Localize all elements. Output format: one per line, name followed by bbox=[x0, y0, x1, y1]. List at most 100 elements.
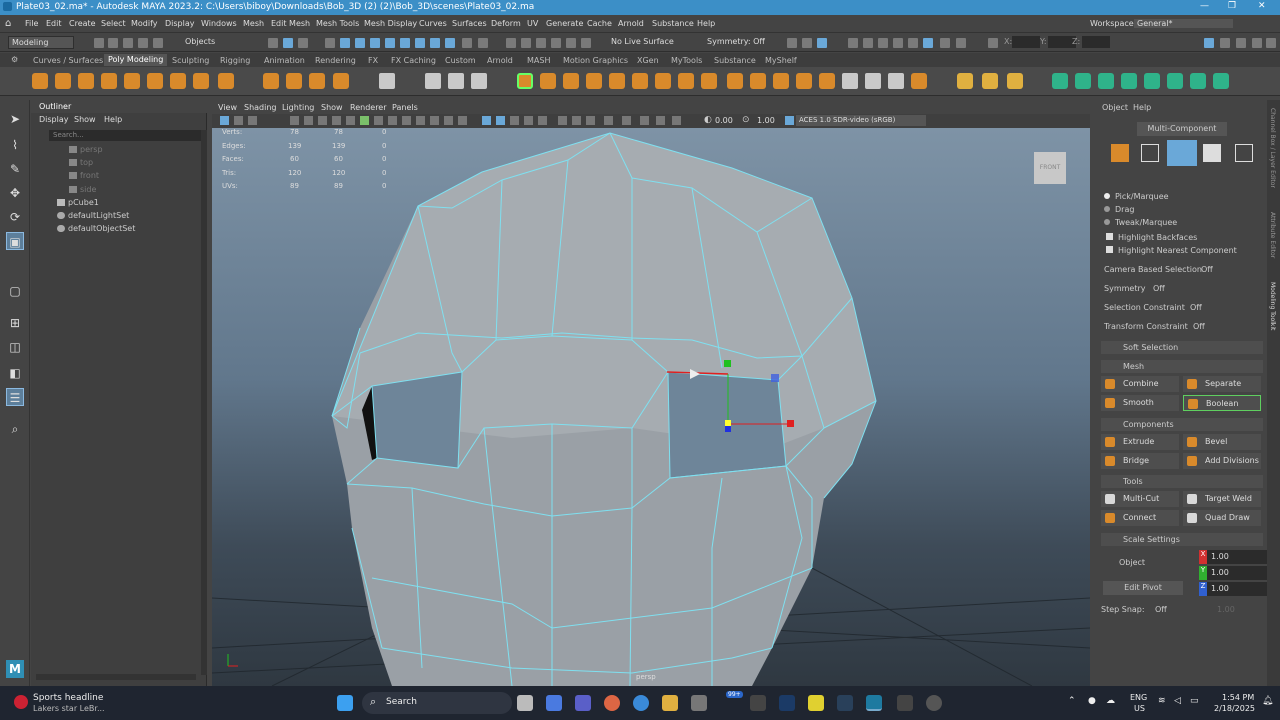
arnold-render-icon[interactable] bbox=[940, 38, 950, 48]
battery-icon[interactable]: ▭ bbox=[1190, 696, 1199, 706]
manip-z-handle[interactable] bbox=[771, 374, 779, 382]
boolean-button[interactable]: Boolean bbox=[1183, 395, 1261, 411]
edge-icon[interactable] bbox=[633, 695, 649, 711]
poly-cylinder-icon[interactable] bbox=[78, 73, 94, 89]
add-divisions-button[interactable]: Add Divisions bbox=[1183, 453, 1261, 469]
pause-icon[interactable] bbox=[956, 38, 966, 48]
planar-map-icon[interactable] bbox=[1075, 73, 1091, 89]
language-label[interactable]: ENG bbox=[1130, 693, 1147, 702]
cylindrical-map-icon[interactable] bbox=[1098, 73, 1114, 89]
multi-cut-shelf-icon[interactable] bbox=[957, 73, 973, 89]
outliner-menu-show[interactable]: Show bbox=[74, 115, 96, 124]
textured-icon[interactable] bbox=[510, 116, 519, 125]
highlight-nearest-checkbox[interactable]: Highlight Nearest Component bbox=[1106, 246, 1237, 255]
single-view-icon[interactable]: ▢ bbox=[6, 282, 24, 300]
shelf-tab-mytools[interactable]: MyTools bbox=[671, 56, 702, 65]
snap-grid-icon[interactable] bbox=[506, 38, 516, 48]
poly-sphere-icon[interactable] bbox=[32, 73, 48, 89]
color-management-icon[interactable] bbox=[785, 116, 794, 125]
pick-marquee-option[interactable]: Pick/Marquee bbox=[1104, 192, 1169, 201]
scale-x-input[interactable]: 1.00 bbox=[1207, 550, 1267, 564]
reduce-icon[interactable] bbox=[563, 73, 579, 89]
face-mode-icon[interactable] bbox=[1203, 144, 1221, 162]
symmetry-value[interactable]: Off bbox=[1153, 284, 1165, 293]
menu-mesh-display[interactable]: Mesh Display bbox=[364, 19, 417, 28]
menu-display[interactable]: Display bbox=[165, 19, 195, 28]
shelf-tab-fx-caching[interactable]: FX Caching bbox=[391, 56, 436, 65]
outliner-item-side[interactable]: side bbox=[69, 185, 96, 194]
fill-hole-icon[interactable] bbox=[609, 73, 625, 89]
select-uv-icon[interactable] bbox=[385, 38, 395, 48]
maximize-button[interactable]: ❐ bbox=[1228, 1, 1236, 11]
triangulate-icon[interactable] bbox=[632, 73, 648, 89]
target-weld-button[interactable]: Target Weld bbox=[1183, 491, 1261, 507]
mic-icon[interactable]: ● bbox=[1088, 696, 1096, 706]
four-view-icon[interactable]: ⊞ bbox=[6, 314, 24, 332]
ambient-occlusion-icon[interactable] bbox=[558, 116, 567, 125]
hud-toggle-icon[interactable] bbox=[656, 116, 665, 125]
select-camera-icon[interactable] bbox=[220, 116, 229, 125]
menu-uv[interactable]: UV bbox=[527, 19, 538, 28]
snap-projected-icon[interactable] bbox=[551, 38, 561, 48]
drag-option[interactable]: Drag bbox=[1104, 205, 1134, 214]
manip-pivot[interactable] bbox=[725, 426, 731, 432]
components-section[interactable]: Components bbox=[1101, 418, 1263, 431]
tools-section[interactable]: Tools bbox=[1101, 475, 1263, 488]
xray-icon[interactable] bbox=[496, 116, 505, 125]
outliner-item-front[interactable]: front bbox=[69, 171, 99, 180]
lasso-tool-icon[interactable]: ⌇ bbox=[6, 136, 24, 154]
layout-toggle-icon[interactable] bbox=[1266, 38, 1276, 48]
field-chart-icon[interactable] bbox=[388, 116, 397, 125]
select-misc-icon[interactable] bbox=[400, 38, 410, 48]
viewport-menu-lighting[interactable]: Lighting bbox=[282, 103, 314, 112]
select-vertex-icon[interactable] bbox=[340, 38, 350, 48]
shelf-tab-motion-graphics[interactable]: Motion Graphics bbox=[563, 56, 628, 65]
side-tab-channel-box[interactable]: Channel Box / Layer Editor bbox=[1269, 108, 1276, 188]
side-by-side-icon[interactable]: ◫ bbox=[6, 338, 24, 356]
isolate-select-icon[interactable] bbox=[604, 116, 613, 125]
photoshop-icon[interactable] bbox=[779, 695, 795, 711]
shade-lights-icon[interactable] bbox=[458, 116, 467, 125]
maya-m-icon[interactable]: M bbox=[6, 660, 24, 678]
2d-pan-icon[interactable] bbox=[304, 116, 313, 125]
wireframe-on-shaded-icon[interactable] bbox=[482, 116, 491, 125]
select-edge-icon[interactable] bbox=[355, 38, 365, 48]
transform-constraint-value[interactable]: Off bbox=[1193, 322, 1205, 331]
select-dynamic-icon[interactable] bbox=[430, 38, 440, 48]
shelf-tab-custom[interactable]: Custom bbox=[445, 56, 476, 65]
poke-icon[interactable] bbox=[796, 73, 812, 89]
grease-pencil-icon[interactable] bbox=[318, 116, 327, 125]
select-tool-icon[interactable]: ➤ bbox=[6, 110, 24, 128]
clock-date[interactable]: 2/18/2025 bbox=[1214, 704, 1255, 713]
wedge-icon[interactable] bbox=[819, 73, 835, 89]
bevel-shelf-icon[interactable] bbox=[773, 73, 789, 89]
shelf-tab-myshelf[interactable]: MyShelf bbox=[765, 56, 797, 65]
notifications-icon[interactable]: 🔔︎ bbox=[1262, 696, 1273, 706]
viewport-menu-panels[interactable]: Panels bbox=[392, 103, 418, 112]
selection-mode-dropdown[interactable]: Objects bbox=[182, 36, 254, 49]
hypershade-icon[interactable] bbox=[893, 38, 903, 48]
safe-action-icon[interactable] bbox=[402, 116, 411, 125]
store-icon[interactable] bbox=[691, 695, 707, 711]
shelf-tab-arnold[interactable]: Arnold bbox=[487, 56, 513, 65]
menu-curves[interactable]: Curves bbox=[419, 19, 447, 28]
extrude-button[interactable]: Extrude bbox=[1101, 434, 1179, 450]
scale-y-input[interactable]: 1.00 bbox=[1207, 566, 1267, 580]
gate-mask-icon[interactable] bbox=[374, 116, 383, 125]
manip-x-handle[interactable] bbox=[787, 420, 794, 427]
x-input[interactable] bbox=[1012, 36, 1040, 48]
file-explorer-icon[interactable] bbox=[662, 695, 678, 711]
manip-y-handle[interactable] bbox=[724, 360, 731, 367]
offset-edge-loop-icon[interactable] bbox=[1007, 73, 1023, 89]
bevel-button[interactable]: Bevel bbox=[1183, 434, 1261, 450]
outliner-search-input[interactable]: Search... bbox=[49, 130, 205, 141]
bookmark-icon[interactable] bbox=[248, 116, 257, 125]
multi-cut-button[interactable]: Multi-Cut bbox=[1101, 491, 1179, 507]
render-settings-icon[interactable] bbox=[878, 38, 888, 48]
live-surface-label[interactable]: No Live Surface bbox=[608, 36, 690, 49]
resolution-gate-icon[interactable] bbox=[360, 116, 369, 125]
sweep-mesh-icon[interactable] bbox=[263, 73, 279, 89]
multi-component-button[interactable]: Multi-Component bbox=[1137, 122, 1227, 136]
outliner-hscrollbar[interactable] bbox=[36, 674, 196, 680]
minimize-button[interactable]: — bbox=[1200, 1, 1209, 11]
